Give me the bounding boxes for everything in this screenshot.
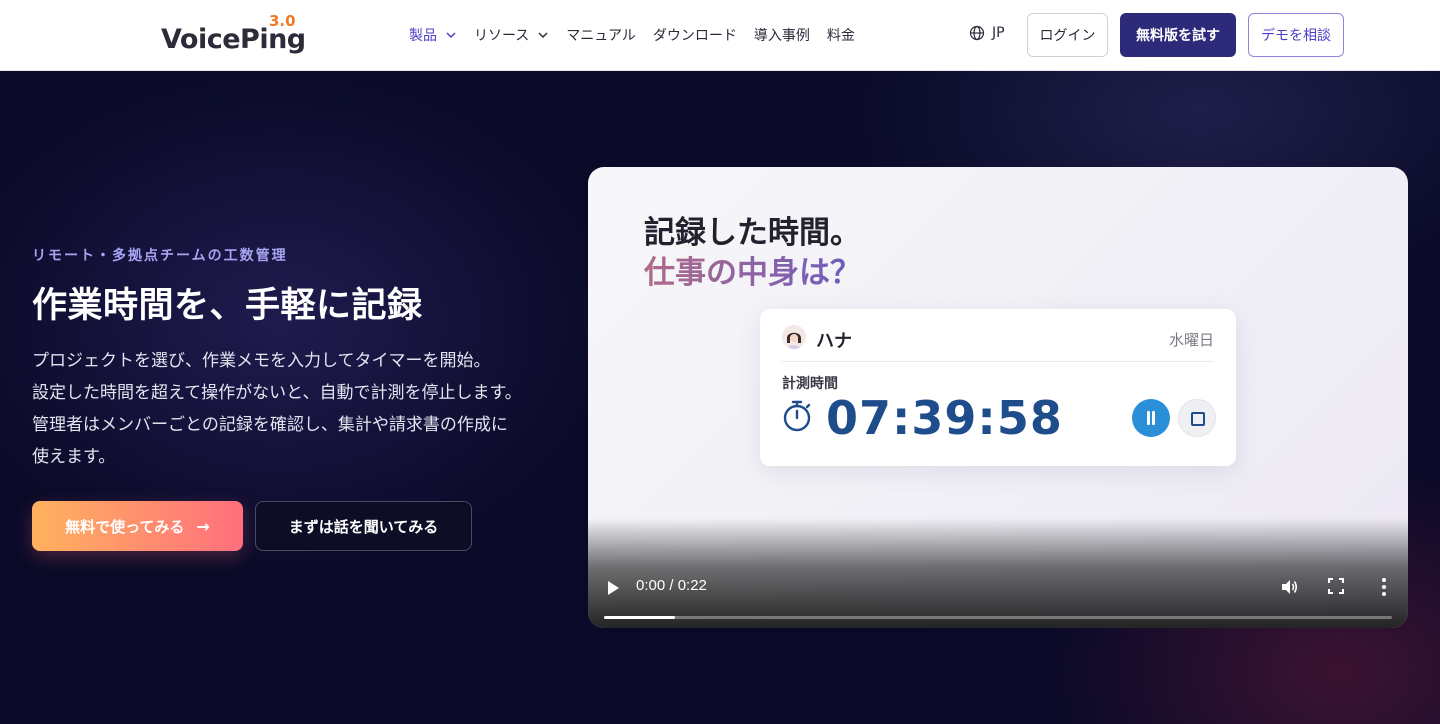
nav-label: 製品 xyxy=(409,28,437,44)
nav-label: 料金 xyxy=(826,28,855,44)
more-options-icon[interactable] xyxy=(1382,578,1386,596)
hero-description: プロジェクトを選び、作業メモを入力してタイマーを開始。 設定した時間を超えて操作… xyxy=(32,345,562,473)
try-free-button[interactable]: 無料で使ってみる → xyxy=(32,501,243,551)
globe-icon xyxy=(969,25,985,41)
description-line: 使えます。 xyxy=(32,447,116,467)
nav-item-case-studies[interactable]: 導入事例 xyxy=(754,24,810,46)
free-trial-button[interactable]: 無料版を試す xyxy=(1120,13,1236,57)
try-free-label: 無料で使ってみる xyxy=(65,517,185,536)
stop-button xyxy=(1178,399,1216,437)
voiceping-logo[interactable]: VoicePing 3.0 xyxy=(101,12,306,58)
nav-label: 導入事例 xyxy=(753,28,810,44)
video-controls: 0:00 / 0:22 xyxy=(588,518,1408,628)
hero-eyebrow: リモート・多拠点チームの工数管理 xyxy=(32,248,288,264)
fullscreen-icon[interactable] xyxy=(1328,578,1344,594)
stopwatch-icon xyxy=(783,400,811,432)
hero-headline: 作業時間を、手軽に記録 xyxy=(32,286,423,326)
chevron-down-icon xyxy=(538,32,548,39)
nav-item-products[interactable]: 製品 xyxy=(409,24,457,46)
nav-item-manual[interactable]: マニュアル xyxy=(566,24,636,46)
nav-label: マニュアル xyxy=(566,28,636,44)
description-line: 設定した時間を超えて操作がないと、自動で計測を停止します。 xyxy=(32,383,522,403)
main-nav: 製品 リソース マニュアル ダウンロード 導入事例 料金 xyxy=(409,24,872,46)
video-time: 0:00 / 0:22 xyxy=(636,577,707,594)
play-icon[interactable] xyxy=(608,581,619,595)
video-title-line2: 仕事の中身は？ xyxy=(644,247,861,292)
timer-card: ハナ 水曜日 計測時間 07:39:58 xyxy=(760,309,1236,466)
card-divider xyxy=(782,361,1214,362)
nav-item-resources[interactable]: リソース xyxy=(474,24,549,46)
nav-item-pricing[interactable]: 料金 xyxy=(827,24,855,46)
logo-version: 3.0 xyxy=(269,12,296,30)
nav-label: リソース xyxy=(474,28,530,44)
product-video[interactable]: 記録した時間。 仕事の中身は？ ハナ 水曜日 計測時間 07:39:58 0:0… xyxy=(588,167,1408,628)
description-line: 管理者はメンバーごとの記録を確認し、集計や請求書の作成に xyxy=(32,415,508,435)
avatar xyxy=(782,325,806,349)
nav-item-download[interactable]: ダウンロード xyxy=(653,24,737,46)
elapsed-time-label: 計測時間 xyxy=(782,376,838,392)
video-progress-bar[interactable] xyxy=(604,616,1392,619)
waveform-logo-icon xyxy=(102,17,156,55)
video-progress-fill xyxy=(604,616,675,619)
language-selector[interactable]: JP xyxy=(969,25,1005,41)
volume-icon[interactable] xyxy=(1280,578,1298,596)
language-label: JP xyxy=(992,25,1005,41)
chevron-down-icon xyxy=(446,32,456,39)
talk-first-button[interactable]: まずは話を聞いてみる xyxy=(255,501,472,551)
description-line: プロジェクトを選び、作業メモを入力してタイマーを開始。 xyxy=(32,351,491,371)
nav-label: ダウンロード xyxy=(652,28,737,44)
login-button[interactable]: ログイン xyxy=(1027,13,1108,57)
site-header: VoicePing 3.0 製品 リソース マニュアル ダウンロード 導入事例 … xyxy=(0,0,1440,71)
hero-section: リモート・多拠点チームの工数管理 作業時間を、手軽に記録 プロジェクトを選び、作… xyxy=(0,71,1440,724)
weekday-label: 水曜日 xyxy=(1168,331,1214,349)
user-avatar-icon xyxy=(782,325,806,349)
arrow-right-icon: → xyxy=(196,516,210,536)
pause-button xyxy=(1132,399,1170,437)
user-name: ハナ xyxy=(816,331,852,352)
video-title-line1: 記録した時間。 xyxy=(644,215,861,251)
demo-consult-button[interactable]: デモを相談 xyxy=(1248,13,1344,57)
timer-value: 07:39:58 xyxy=(826,391,1063,445)
